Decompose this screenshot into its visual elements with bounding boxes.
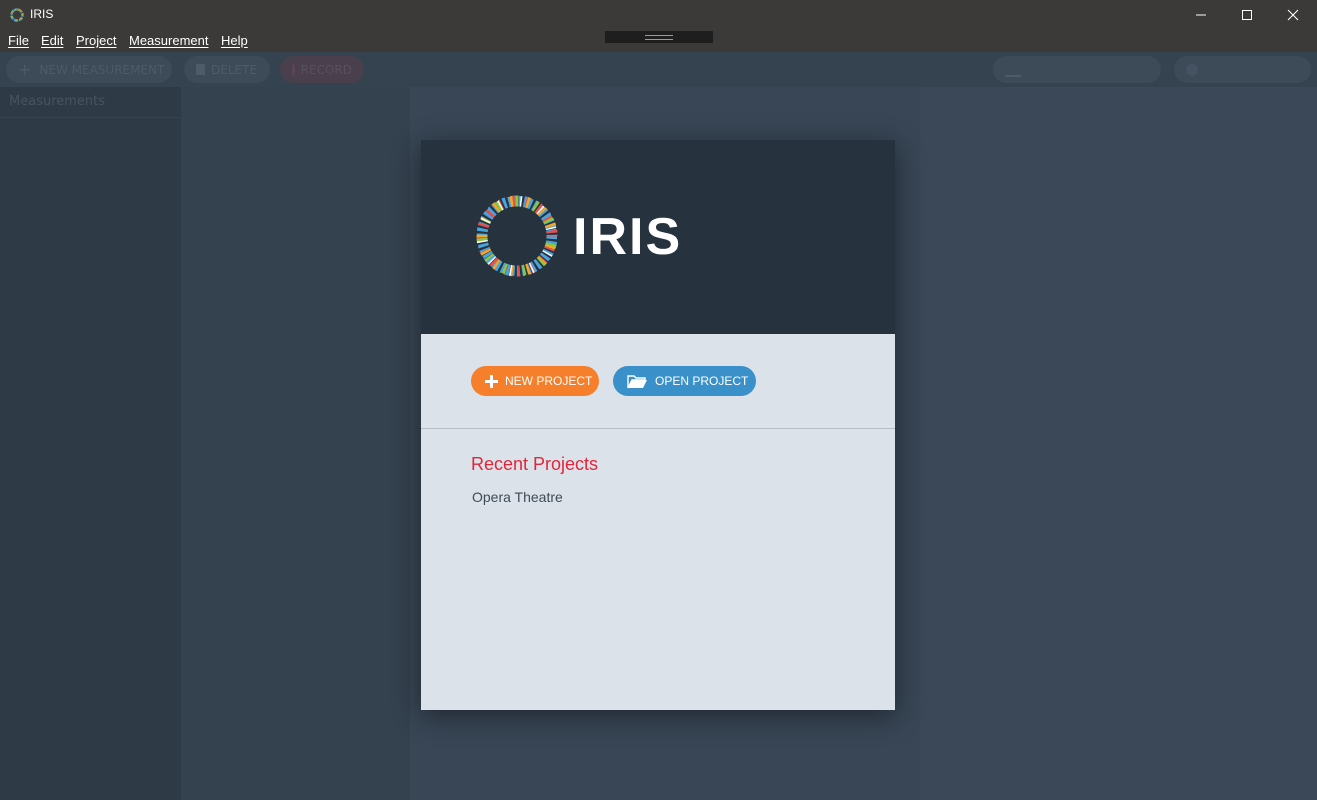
iris-app-icon — [10, 8, 24, 22]
main-toolbar: + NEW MEASUREMENT DELETE RECORD — [0, 52, 1317, 87]
iris-ring-icon — [475, 194, 559, 278]
new-measurement-label: NEW MEASUREMENT — [39, 62, 165, 77]
measurements-sidebar: Measurements — [0, 87, 181, 800]
delete-button: DELETE — [184, 56, 270, 83]
record-button: RECORD — [280, 56, 364, 83]
settings-icon — [1186, 63, 1198, 76]
plus-icon: + — [18, 60, 32, 79]
menu-measurement[interactable]: Measurement — [129, 33, 208, 48]
chart-icon — [1005, 63, 1021, 77]
close-icon — [1287, 9, 1299, 21]
open-project-label: OPEN PROJECT — [655, 374, 749, 388]
folder-open-icon — [627, 374, 647, 388]
trash-icon — [196, 64, 205, 75]
toolbar-right-button-1 — [993, 56, 1161, 83]
iris-logo-text: IRIS — [573, 208, 682, 266]
maximize-button[interactable] — [1224, 0, 1270, 30]
minimize-button[interactable] — [1178, 0, 1224, 30]
record-label: RECORD — [300, 62, 352, 77]
menubar: File Edit Project Measurement Help — [0, 30, 1317, 52]
menu-edit[interactable]: Edit — [41, 33, 63, 48]
toolbar-right-button-2 — [1174, 56, 1311, 83]
close-button[interactable] — [1270, 0, 1316, 30]
sidebar-divider — [0, 117, 181, 118]
minimize-icon — [1196, 14, 1206, 16]
menu-help[interactable]: Help — [221, 33, 248, 48]
new-measurement-button: + NEW MEASUREMENT — [6, 56, 172, 83]
recent-project-item[interactable]: Opera Theatre — [472, 489, 563, 505]
dialog-header: IRIS — [421, 140, 895, 334]
drag-grip-handle[interactable] — [605, 31, 713, 43]
menu-file[interactable]: File — [8, 33, 29, 48]
new-project-label: NEW PROJECT — [505, 374, 593, 388]
welcome-dialog: IRIS NEW PROJECT OPEN PROJECT Recent Pro… — [421, 140, 895, 710]
open-project-button[interactable]: OPEN PROJECT — [613, 366, 756, 396]
iris-logo: IRIS — [475, 194, 682, 278]
menu-project[interactable]: Project — [76, 33, 116, 48]
window-title: IRIS — [30, 7, 54, 21]
new-project-button[interactable]: NEW PROJECT — [471, 366, 599, 396]
maximize-icon — [1242, 10, 1252, 20]
plus-icon — [485, 374, 498, 388]
sidebar-header: Measurements — [9, 94, 106, 109]
dialog-divider — [421, 428, 895, 429]
window-titlebar: IRIS — [0, 0, 1317, 30]
delete-label: DELETE — [211, 62, 258, 77]
record-icon — [292, 63, 295, 76]
recent-projects-title: Recent Projects — [471, 454, 599, 474]
secondary-panel — [181, 87, 410, 800]
